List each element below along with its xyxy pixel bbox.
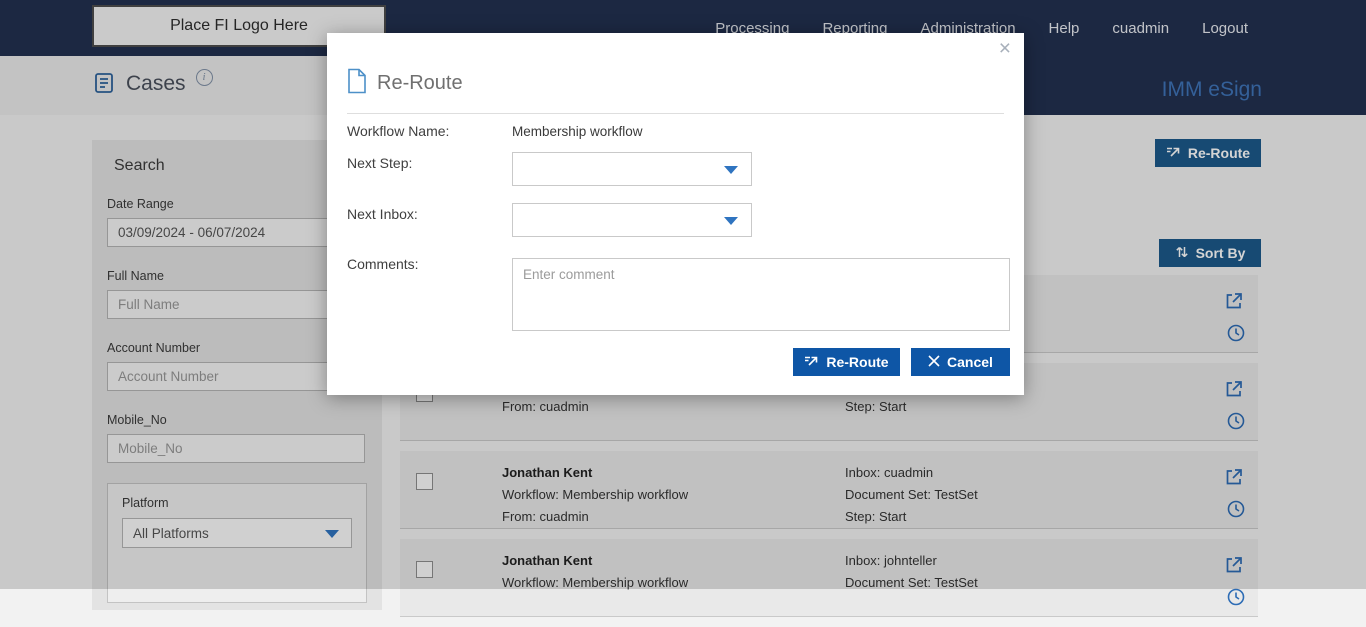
workflow-name-value: Membership workflow xyxy=(512,124,643,139)
chevron-down-icon xyxy=(724,166,738,174)
workflow-name-label: Workflow Name: xyxy=(347,123,450,139)
modal-reroute-button-label: Re-Route xyxy=(826,354,889,370)
modal-cancel-button-label: Cancel xyxy=(947,354,993,370)
history-clock-icon[interactable] xyxy=(1226,587,1246,612)
comments-label: Comments: xyxy=(347,256,419,272)
next-inbox-label: Next Inbox: xyxy=(347,206,418,222)
next-step-label: Next Step: xyxy=(347,155,413,171)
modal-reroute-button[interactable]: Re-Route xyxy=(793,348,900,376)
next-step-dropdown[interactable] xyxy=(512,152,752,186)
divider xyxy=(347,113,1004,114)
comment-textarea[interactable] xyxy=(512,258,1010,331)
modal-title: Re-Route xyxy=(377,72,463,94)
modal-cancel-button[interactable]: Cancel xyxy=(911,348,1010,376)
close-icon[interactable]: × xyxy=(999,37,1011,61)
document-icon xyxy=(347,68,367,99)
chevron-down-icon xyxy=(724,217,738,225)
cancel-x-icon xyxy=(928,354,940,370)
reroute-modal: × Re-Route Workflow Name: Membership wor… xyxy=(327,33,1024,395)
reroute-icon xyxy=(804,354,819,370)
next-inbox-dropdown[interactable] xyxy=(512,203,752,237)
